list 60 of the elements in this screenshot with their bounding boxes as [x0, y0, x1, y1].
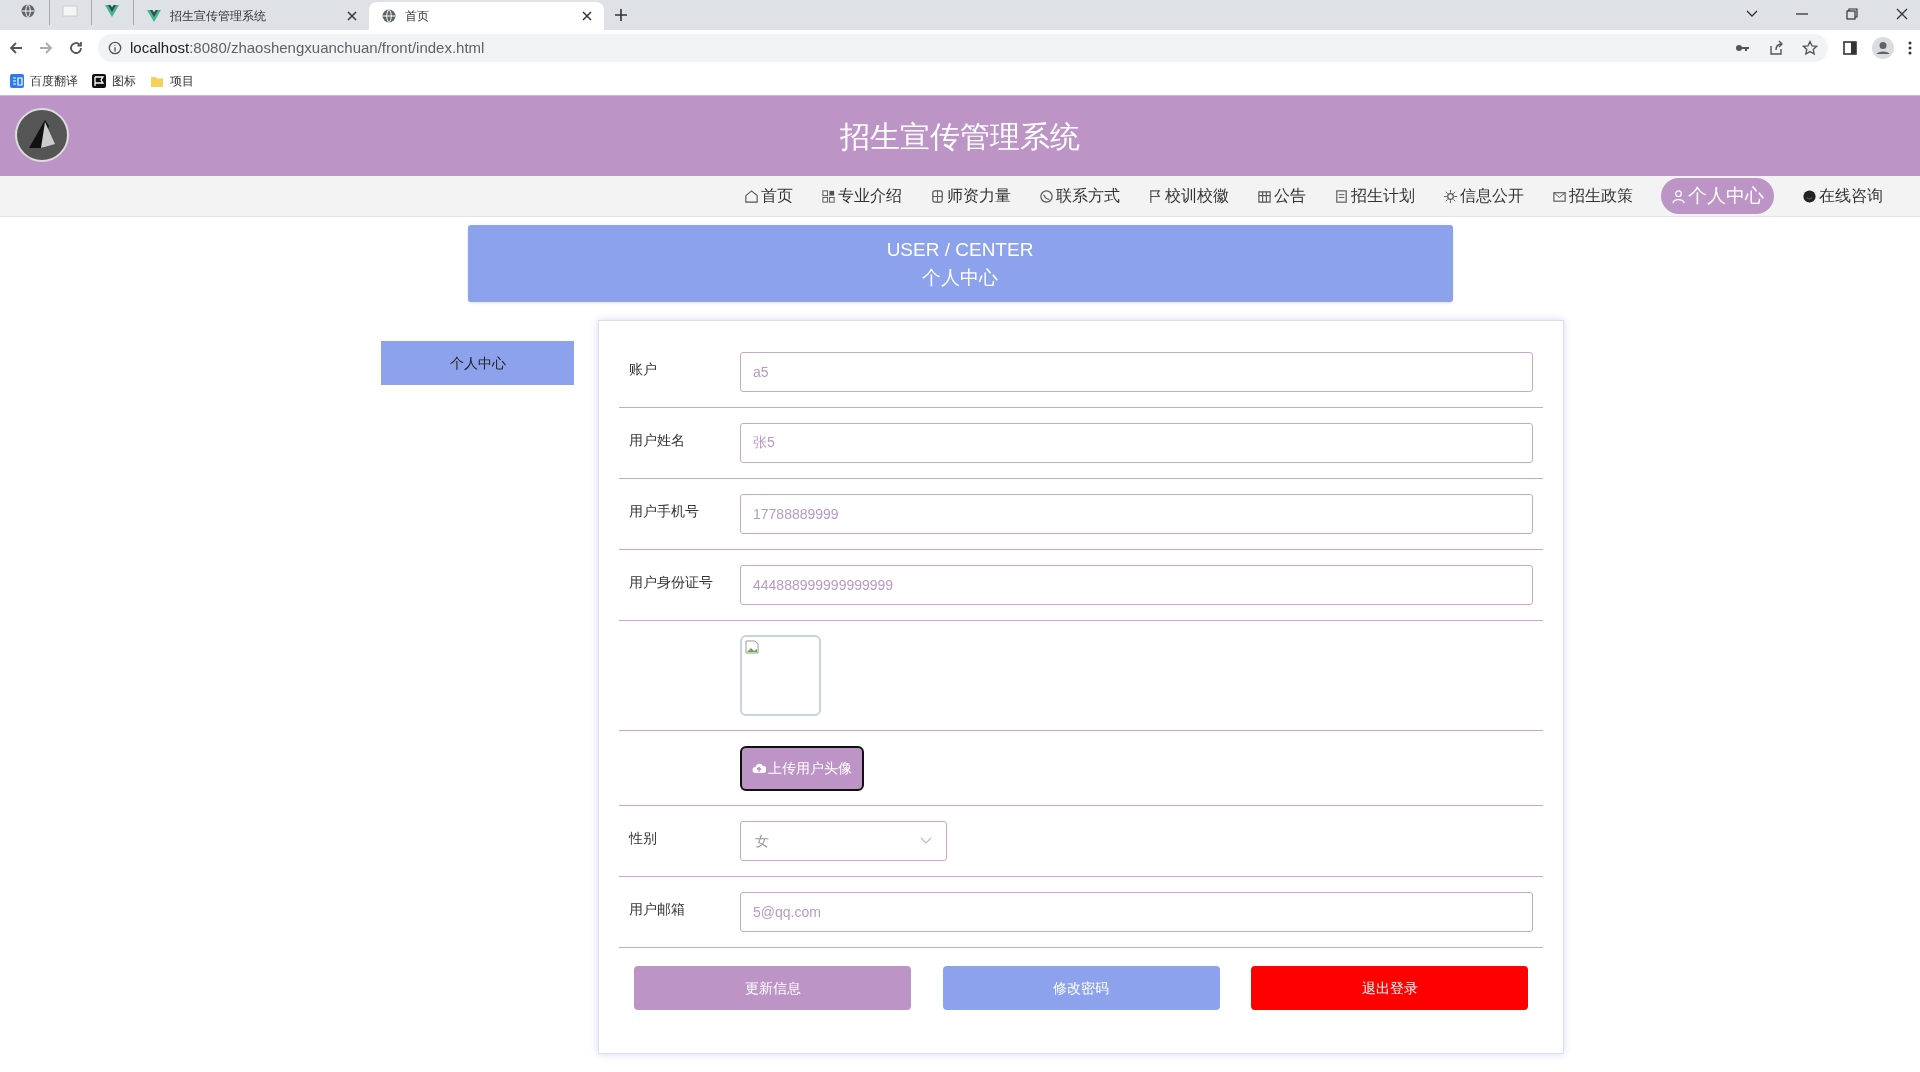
chevron-down-icon [920, 837, 932, 845]
url-text: localhost:8080/zhaoshengxuanchuan/front/index.html [130, 37, 485, 58]
nav-item[interactable]: 公告 [1257, 184, 1306, 208]
nav-item[interactable]: 专业介绍 [821, 184, 902, 208]
share-icon[interactable] [1768, 40, 1784, 56]
close-icon[interactable] [582, 11, 592, 21]
close-icon[interactable] [1896, 8, 1908, 20]
cloud-upload-icon [752, 762, 766, 774]
field-label: 用户邮箱 [629, 900, 685, 917]
new-tab-icon[interactable] [614, 8, 628, 22]
side-panel-icon[interactable] [1842, 40, 1858, 56]
nav-item[interactable]: 校训校徽 [1148, 184, 1229, 208]
field-label: 性别 [629, 829, 657, 846]
broken-image-icon [745, 640, 759, 654]
bookmark[interactable]: 百度翻译 [10, 71, 78, 90]
close-icon[interactable] [347, 11, 357, 21]
back-icon[interactable] [8, 40, 24, 56]
address-bar[interactable]: localhost:8080/zhaoshengxuanchuan/front/index.html [98, 34, 1828, 62]
bookmark[interactable]: 图标 [92, 71, 136, 90]
site-title: 招生宣传管理系统 [840, 118, 1080, 155]
tab-title: 首页 [405, 8, 430, 25]
nav-item[interactable]: 招生政策 [1552, 184, 1633, 208]
browser-tab[interactable]: 招生宣传管理系统 [134, 2, 369, 30]
flag-icon [92, 73, 106, 88]
info-icon [108, 41, 122, 55]
clipboard-icon [1334, 188, 1349, 204]
browser-tab[interactable]: 首页 [369, 2, 604, 30]
nav-item[interactable]: 首页 [744, 184, 793, 208]
nav-item[interactable]: 在线咨询 [1802, 184, 1883, 208]
reload-icon[interactable] [68, 40, 84, 56]
field-label: 用户姓名 [629, 431, 685, 448]
translate-icon [10, 73, 24, 88]
tab-title: 招生宣传管理系统 [170, 8, 267, 25]
flag-icon [1148, 188, 1163, 204]
globe-icon [20, 3, 36, 19]
globe-icon [381, 8, 397, 24]
star-icon[interactable] [1802, 40, 1818, 56]
restore-icon[interactable] [1846, 8, 1858, 20]
logo-icon[interactable] [15, 108, 69, 162]
field-label: 用户身份证号 [629, 573, 713, 590]
chevron-down-icon[interactable] [1746, 10, 1758, 18]
v-logo-icon [146, 8, 162, 24]
menu-icon[interactable] [1908, 41, 1912, 55]
nav-item[interactable]: 联系方式 [1039, 184, 1120, 208]
page-icon [62, 3, 78, 19]
bookmark[interactable]: 项目 [150, 71, 194, 90]
logout-button[interactable]: 退出登录 [1251, 966, 1528, 1010]
home-icon [744, 188, 759, 204]
banner-title: 个人中心 [922, 265, 998, 290]
grid-icon [821, 188, 836, 204]
nav-item[interactable]: 师资力量 [930, 184, 1011, 208]
sidebar-item[interactable]: 个人中心 [381, 341, 574, 385]
field-label: 账户 [629, 360, 657, 377]
field-label: 用户手机号 [629, 502, 699, 519]
user-icon [1671, 188, 1686, 204]
nav-item[interactable]: 招生计划 [1334, 184, 1415, 208]
v-logo-icon [104, 3, 120, 19]
nav-item[interactable]: 信息公开 [1443, 184, 1524, 208]
banner-subtitle: USER / CENTER [886, 237, 1034, 262]
profile-icon[interactable] [1872, 37, 1894, 59]
